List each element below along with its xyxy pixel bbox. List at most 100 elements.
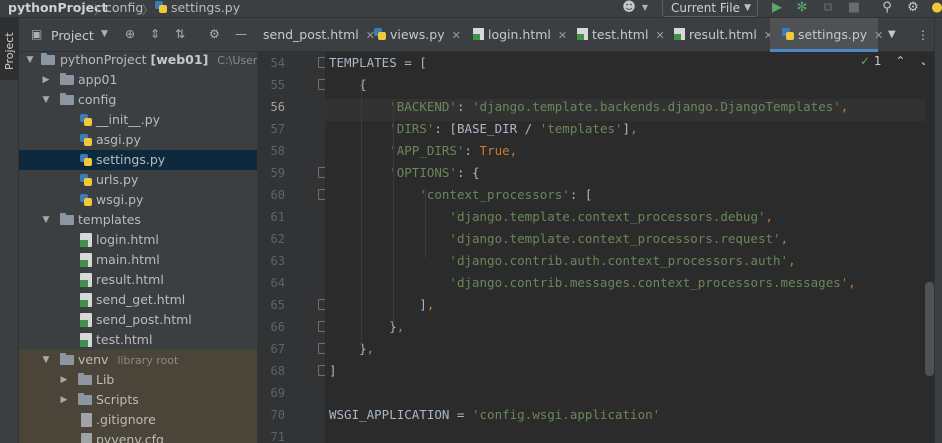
locate-file-icon[interactable]: ⊕ <box>125 27 135 41</box>
tree-item-urls-py[interactable]: urls.py <box>19 170 257 190</box>
tree-item-init-py[interactable]: __init__.py <box>19 110 257 130</box>
code-token: , <box>630 121 638 136</box>
tree-item-pyvenv-cfg[interactable]: pyvenv.cfg <box>19 430 257 443</box>
previous-highlight-icon[interactable]: ⌃ <box>895 54 905 68</box>
code-line[interactable]: { <box>325 77 925 99</box>
tree-item-label: venv <box>78 352 109 367</box>
code-line[interactable] <box>325 429 925 443</box>
line-number: 69 <box>270 386 285 400</box>
tab-send-post-html[interactable]: send_post.html ✕ <box>263 18 375 52</box>
code-editor[interactable]: TEMPLATES = [ { 'BACKEND': 'django.templ… <box>325 52 925 443</box>
tree-item-scripts[interactable]: ▶ Scripts <box>19 390 257 410</box>
code-line[interactable]: 'BACKEND': 'django.template.backends.dja… <box>325 99 925 121</box>
chevron-down-icon[interactable]: ▼ <box>101 29 108 39</box>
expand-all-icon[interactable]: ⇕ <box>150 27 160 41</box>
gear-icon[interactable]: ⚙ <box>209 27 220 41</box>
tab-settings-py[interactable]: settings.py ✕ <box>770 18 883 52</box>
code-line[interactable]: 'django.template.context_processors.requ… <box>325 231 925 253</box>
tree-item-result-html[interactable]: result.html <box>19 270 257 290</box>
tab-views-py[interactable]: views.py ✕ <box>374 18 461 52</box>
close-icon[interactable]: ✕ <box>655 29 664 42</box>
tree-item-send-get-html[interactable]: send_get.html <box>19 290 257 310</box>
code-line[interactable]: 'APP_DIRS': True, <box>325 143 925 165</box>
chevron-right-icon[interactable]: ▶ <box>59 370 69 390</box>
more-icon[interactable]: ⋮ <box>917 18 929 52</box>
tree-item-templates[interactable]: ▼ templates <box>19 210 257 230</box>
code-line[interactable]: 'django.template.context_processors.debu… <box>325 209 925 231</box>
editor-scrollbar-thumb[interactable] <box>925 282 934 376</box>
code-token: , <box>840 99 849 114</box>
code-token: , <box>366 341 375 356</box>
update-icon[interactable]: ● <box>928 0 942 16</box>
project-tool-tab[interactable]: Project <box>0 18 19 80</box>
collapse-all-icon[interactable]: ⇅ <box>175 27 185 41</box>
tree-item-venv[interactable]: ▼ venv library root <box>19 350 257 370</box>
chevron-down-icon[interactable]: ▼ <box>41 350 51 370</box>
tree-item-test-html[interactable]: test.html <box>19 330 257 350</box>
gear-icon[interactable]: ⚙ <box>904 0 922 16</box>
breadcrumb-project[interactable]: pythonProject <box>8 0 108 18</box>
tree-item-send-post-html[interactable]: send_post.html <box>19 310 257 330</box>
chevron-down-icon[interactable]: ▼ <box>25 50 35 70</box>
chevron-down-icon[interactable]: ▼ <box>888 18 896 52</box>
close-icon[interactable]: ✕ <box>452 29 461 42</box>
editor-scrollbar-track[interactable] <box>925 52 934 443</box>
chevron-down-icon[interactable]: ▼ <box>41 210 51 230</box>
chevron-right-icon[interactable]: ▶ <box>59 390 69 410</box>
code-line[interactable]: TEMPLATES = [ <box>325 55 925 77</box>
close-icon[interactable]: ✕ <box>874 29 883 42</box>
chevron-right-icon[interactable]: ▶ <box>41 70 51 90</box>
code-token: 'APP_DIRS' <box>389 143 465 158</box>
code-line[interactable]: 'DIRS': [BASE_DIR / 'templates'], <box>325 121 925 143</box>
code-token: ] <box>622 121 631 136</box>
html-file-icon <box>674 28 685 40</box>
indent-guide <box>393 99 394 324</box>
code-line[interactable]: 'OPTIONS': { <box>325 165 925 187</box>
tree-item-app01[interactable]: ▶ app01 <box>19 70 257 90</box>
code-line[interactable]: }, <box>325 341 925 363</box>
tree-item-main-html[interactable]: main.html <box>19 250 257 270</box>
debug-icon[interactable]: ✻ <box>793 0 811 16</box>
close-icon[interactable]: ✕ <box>558 29 567 42</box>
code-token: 'DIRS' <box>389 121 435 136</box>
code-line[interactable]: ], <box>325 297 925 319</box>
tree-item-asgi-py[interactable]: asgi.py <box>19 130 257 150</box>
project-view-selector[interactable]: Project <box>51 28 94 43</box>
code-token: , <box>509 143 518 158</box>
user-dropdown-icon[interactable]: ▼ <box>636 0 654 16</box>
tree-item-label: settings.py <box>96 152 166 167</box>
run-icon[interactable]: ▶ <box>768 0 786 16</box>
line-number: 64 <box>270 276 285 290</box>
coverage-icon[interactable]: ⧉ <box>819 0 837 16</box>
tree-item-settings-py[interactable]: settings.py <box>19 150 257 170</box>
stop-icon[interactable]: ■ <box>845 0 863 16</box>
code-line[interactable] <box>325 385 925 407</box>
code-line[interactable]: }, <box>325 319 925 341</box>
tree-item-login-html[interactable]: login.html <box>19 230 257 250</box>
project-panel: ▣ Project ▼ ⊕ ⇕ ⇅ ⚙ — ▼ pythonProject [w… <box>19 18 257 443</box>
code-line[interactable]: 'django.contrib.messages.context_process… <box>325 275 925 297</box>
tree-item-pythonproject[interactable]: ▼ pythonProject [web01] C:\Users\d <box>19 50 257 70</box>
run-configuration-label: Current File <box>671 1 740 15</box>
code-line[interactable]: WSGI_APPLICATION = 'config.wsgi.applicat… <box>325 407 925 429</box>
code-line[interactable]: ] <box>325 363 925 385</box>
code-token: : [BASE_DIR / <box>434 121 540 136</box>
code-token: 'config.wsgi.application' <box>472 407 661 422</box>
code-line[interactable]: 'django.contrib.auth.context_processors.… <box>325 253 925 275</box>
hide-panel-icon[interactable]: — <box>235 27 247 41</box>
chevron-down-icon[interactable]: ▼ <box>41 90 51 110</box>
tree-item-config[interactable]: ▼ config <box>19 90 257 110</box>
run-configuration-selector[interactable]: Current File ▼ <box>662 0 758 17</box>
search-icon[interactable]: ⚲ <box>878 0 896 16</box>
tree-item-lib[interactable]: ▶ Lib <box>19 370 257 390</box>
tree-item-wsgi-py[interactable]: wsgi.py <box>19 190 257 210</box>
breadcrumb-file[interactable]: settings.py <box>155 0 240 18</box>
inspection-widget[interactable]: ✓ 1 ⌃ ⌄ <box>860 54 929 68</box>
tab-test-html[interactable]: test.html ✕ <box>577 18 665 52</box>
code-line[interactable]: 'context_processors': [ <box>325 187 925 209</box>
tab-login-html[interactable]: login.html ✕ <box>473 18 567 52</box>
breadcrumb-folder[interactable]: config <box>105 0 143 18</box>
tree-item-gitignore[interactable]: .gitignore <box>19 410 257 430</box>
tab-result-html[interactable]: result.html ✕ <box>674 18 773 52</box>
